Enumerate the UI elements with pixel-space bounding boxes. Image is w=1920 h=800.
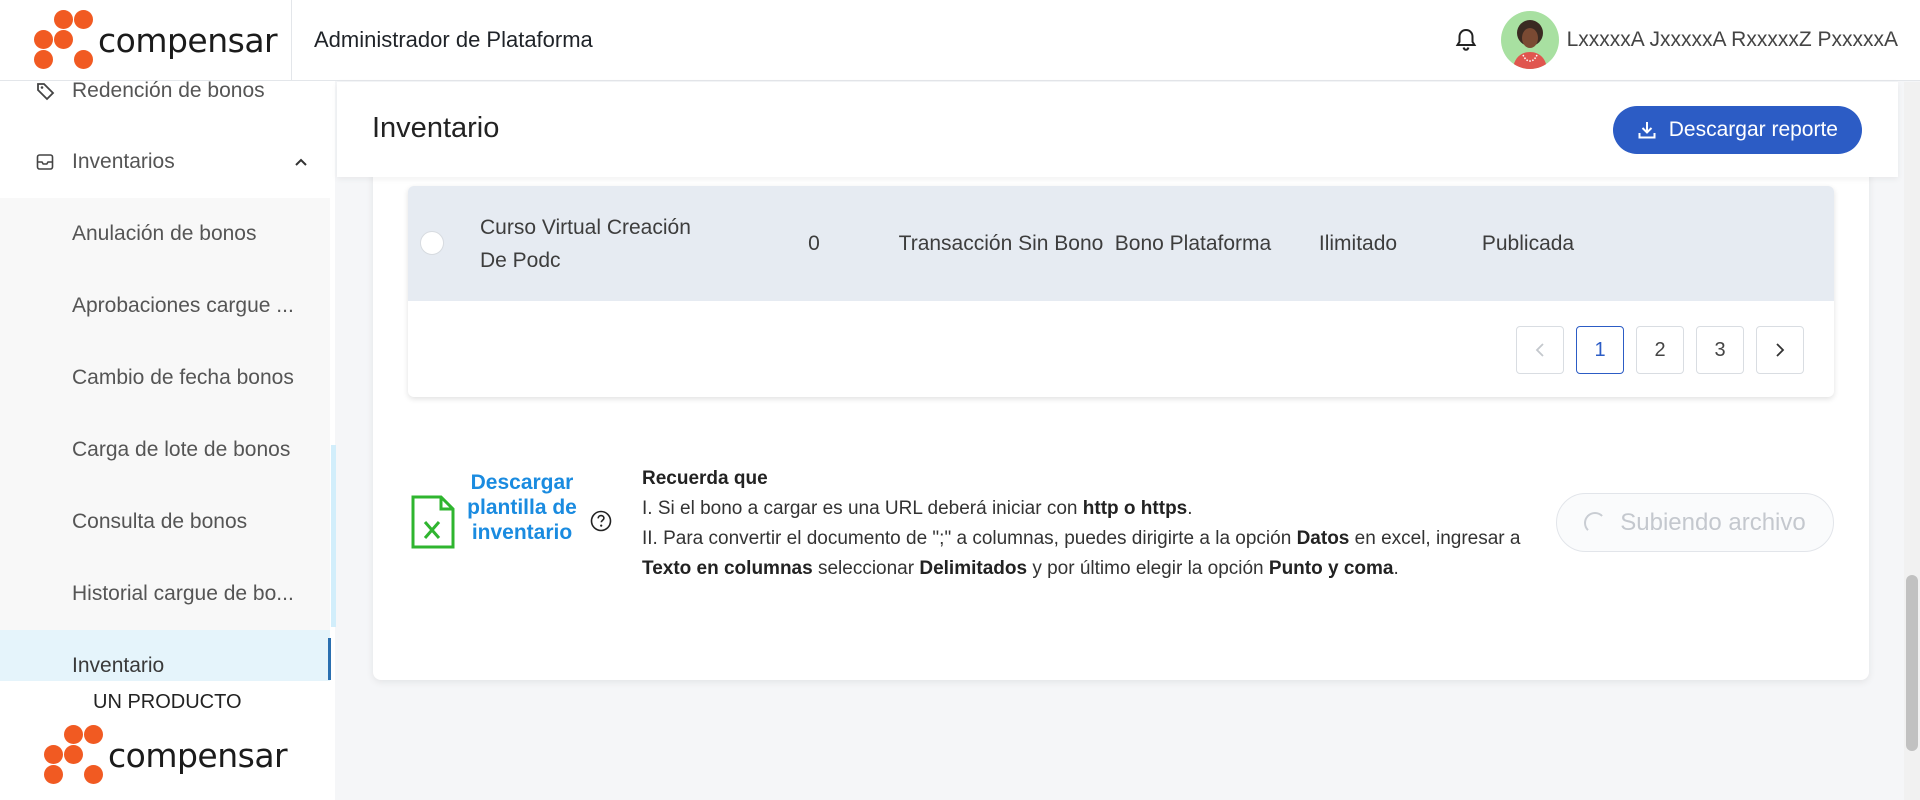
sidebar-item-carga-lote[interactable]: Carga de lote de bonos	[0, 414, 330, 486]
sidebar-item-inventario[interactable]: Inventario	[0, 630, 330, 681]
compensar-logo[interactable]: compensar	[32, 8, 278, 72]
cell-limit: Ilimitado	[1318, 232, 1398, 255]
excel-file-icon[interactable]	[410, 494, 456, 555]
loading-spinner-icon	[1584, 511, 1607, 534]
app-title: Administrador de Plataforma	[314, 27, 593, 52]
top-bar: compensar Administrador de Plataforma Lx…	[0, 0, 1920, 81]
sidebar-item-consulta[interactable]: Consulta de bonos	[0, 486, 330, 558]
user-name[interactable]: LxxxxxA JxxxxxA RxxxxxZ PxxxxxA	[1567, 28, 1898, 52]
upload-notes: Recuerda que I. Si el bono a cargar es u…	[642, 464, 1542, 584]
sidebar-item-label: Inventarios	[72, 150, 175, 173]
download-icon	[1637, 120, 1657, 140]
bell-icon[interactable]	[1453, 27, 1479, 53]
avatar[interactable]	[1500, 11, 1559, 69]
cell-transaction-type: Transacción Sin Bono	[898, 232, 1104, 255]
logo-dots-icon	[32, 8, 96, 72]
download-report-label: Descargar reporte	[1668, 118, 1838, 141]
chevron-right-icon	[1776, 343, 1785, 357]
page-scrollbar-thumb[interactable]	[1906, 575, 1918, 751]
page-header: Inventario Descargar reporte	[337, 82, 1898, 177]
sidebar-item-redencion[interactable]: Redención de bonos	[0, 81, 335, 102]
pagination: 1 2 3	[1504, 326, 1804, 374]
cell-bono-type: Bono Plataforma	[1114, 232, 1272, 255]
logo-text: compensar	[108, 735, 288, 775]
page-button-1[interactable]: 1	[1576, 326, 1624, 374]
tag-icon	[36, 81, 58, 101]
sidebar-item-cambio-fecha[interactable]: Cambio de fecha bonos	[0, 342, 330, 414]
notes-line-2: II. Para convertir el documento de ";" a…	[642, 528, 1521, 579]
user-area: LxxxxxA JxxxxxA RxxxxxZ PxxxxxA	[1453, 11, 1920, 69]
sidebar-scrollbar[interactable]	[331, 445, 336, 627]
active-item-indicator	[328, 638, 331, 680]
notes-line-1: I. Si el bono a cargar es una URL deberá…	[642, 498, 1193, 519]
sidebar-item-anulacion[interactable]: Anulación de bonos	[0, 198, 330, 270]
sidebar-item-inventarios[interactable]: Inventarios	[0, 126, 335, 198]
prev-page-button[interactable]	[1516, 326, 1564, 374]
logo-area: compensar	[0, 0, 292, 81]
chevron-left-icon	[1535, 343, 1544, 357]
sidebar: Redención de bonos Inventarios Anulación…	[0, 81, 335, 681]
row-select-radio[interactable]	[420, 231, 444, 255]
sidebar-item-historial[interactable]: Historial cargue de bo...	[0, 558, 330, 630]
table-row[interactable]: Curso Virtual Creación De Podc 0 Transac…	[408, 186, 1834, 301]
cell-status: Publicada	[1481, 232, 1575, 255]
upload-file-button[interactable]: Subiendo archivo	[1556, 493, 1834, 552]
inventarios-submenu: Anulación de bonos Aprobaciones cargue .…	[0, 198, 330, 681]
logo-text: compensar	[98, 20, 278, 60]
cell-name: Curso Virtual Creación De Podc	[480, 215, 691, 272]
chevron-up-icon	[293, 152, 309, 176]
sidebar-item-label: Redención de bonos	[72, 81, 265, 102]
page-button-3[interactable]: 3	[1696, 326, 1744, 374]
sidebar-item-aprobaciones[interactable]: Aprobaciones cargue ...	[0, 270, 330, 342]
help-icon[interactable]	[590, 510, 612, 537]
notes-title: Recuerda que	[642, 468, 768, 489]
sidebar-footer: UN PRODUCTO compensar	[0, 681, 335, 800]
footer-compensar-logo: compensar	[42, 723, 288, 787]
download-report-button[interactable]: Descargar reporte	[1612, 106, 1862, 154]
page-button-2[interactable]: 2	[1636, 326, 1684, 374]
logo-dots-icon	[42, 723, 106, 787]
inventory-table: Curso Virtual Creación De Podc 0 Transac…	[408, 186, 1834, 397]
footer-label: UN PRODUCTO	[93, 691, 242, 713]
upload-label: Subiendo archivo	[1620, 508, 1806, 536]
page-title: Inventario	[372, 112, 500, 144]
inventory-box-icon	[36, 153, 58, 171]
download-template-link[interactable]: Descargar plantilla de inventario	[460, 470, 584, 545]
next-page-button[interactable]	[1756, 326, 1804, 374]
cell-quantity: 0	[808, 232, 820, 255]
